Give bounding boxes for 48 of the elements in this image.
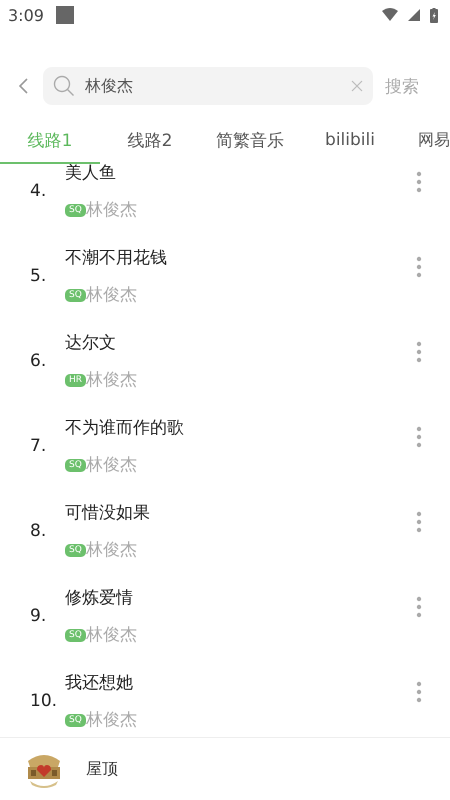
tab[interactable]: 简繁音乐 [200, 118, 300, 164]
quality-badge: SQ [65, 288, 86, 302]
artist-name: 林俊杰 [86, 454, 137, 476]
tab[interactable]: 网易 [400, 118, 450, 164]
track-number: 6. [29, 351, 48, 371]
quality-badge: HR [65, 374, 86, 386]
more-icon[interactable] [416, 596, 422, 618]
tab[interactable]: bilibili [300, 118, 400, 164]
artist-name: 林俊杰 [86, 709, 137, 731]
quality-badge: SQ [65, 458, 86, 472]
artist-name: 林俊杰 [86, 369, 138, 391]
quality-badge: SQ [65, 628, 86, 642]
more-icon[interactable] [416, 341, 422, 363]
song-title[interactable]: 达尔文 [65, 332, 116, 354]
more-icon[interactable] [416, 171, 422, 193]
track-number: 8. [29, 521, 48, 541]
quality-badge: SQ [65, 544, 86, 556]
track-number: 9. [29, 606, 48, 626]
more-icon[interactable] [416, 511, 422, 533]
tab[interactable]: 线路2 [100, 118, 200, 164]
track-number: 7. [29, 436, 48, 456]
status-time: 3:09 [8, 6, 44, 24]
more-icon[interactable] [416, 681, 422, 703]
now-playing-title[interactable]: 屋顶 [86, 758, 118, 780]
song-title[interactable]: 不为谁而作的歌 [65, 417, 184, 439]
more-icon[interactable] [416, 256, 422, 278]
song-title[interactable]: 不潮不用花钱 [65, 247, 167, 269]
track-number: 10. [29, 691, 58, 711]
more-icon[interactable] [416, 426, 422, 448]
song-title[interactable]: 修炼爱情 [65, 587, 133, 609]
clear-icon[interactable] [351, 80, 363, 92]
artist-name: 林俊杰 [86, 199, 137, 221]
artist-name: 林俊杰 [86, 624, 137, 646]
signal-icon [408, 9, 420, 21]
quality-badge: SQ [65, 714, 86, 726]
notification-icon [56, 6, 74, 24]
artist-name: 林俊杰 [86, 539, 137, 561]
quality-badge: SQ [65, 204, 86, 216]
song-title[interactable]: 我还想她 [65, 672, 133, 694]
wifi-icon [382, 8, 398, 22]
search-input[interactable]: 林俊杰 [85, 76, 341, 96]
search-bar[interactable]: 林俊杰 [43, 67, 373, 105]
search-icon [53, 75, 75, 97]
artist-name: 林俊杰 [86, 284, 137, 306]
battery-icon [430, 8, 438, 22]
song-title[interactable]: 可惜没如果 [65, 502, 150, 524]
track-number: 4. [29, 181, 48, 201]
track-number: 5. [29, 266, 48, 286]
